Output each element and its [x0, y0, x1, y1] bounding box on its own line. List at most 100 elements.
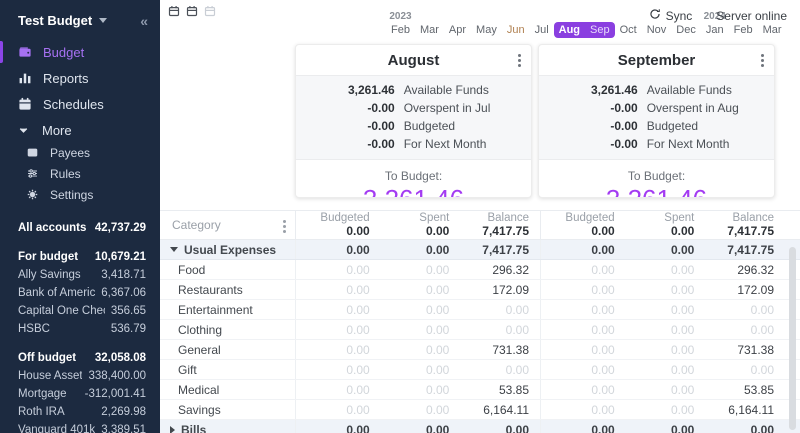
- table-row[interactable]: Food0.000.00296.320.000.00296.32: [160, 260, 800, 280]
- month-mar[interactable]: Mar: [415, 22, 444, 38]
- collapse-sidebar-icon[interactable]: «: [140, 14, 148, 28]
- account-row[interactable]: Ally Savings3,418.71: [0, 266, 160, 284]
- month-jan-2024[interactable]: Jan2024: [701, 22, 729, 38]
- spent-cell[interactable]: 0.00: [376, 323, 456, 337]
- sidebar-item-payees[interactable]: Payees: [0, 142, 160, 163]
- spent-cell[interactable]: 0.00: [376, 243, 456, 257]
- balance-cell[interactable]: 53.85: [700, 383, 780, 397]
- month-apr[interactable]: Apr: [444, 22, 471, 38]
- spent-cell[interactable]: 0.00: [621, 383, 701, 397]
- budgeted-cell[interactable]: 0.00: [296, 423, 376, 433]
- budgeted-cell[interactable]: 0.00: [296, 383, 376, 397]
- balance-cell[interactable]: 6,164.11: [700, 403, 780, 417]
- spent-cell[interactable]: 0.00: [621, 423, 701, 433]
- budgeted-cell[interactable]: 0.00: [296, 323, 376, 337]
- budget-name[interactable]: Test Budget: [18, 13, 92, 28]
- budgeted-cell[interactable]: 0.00: [541, 303, 621, 317]
- spent-cell[interactable]: 0.00: [621, 403, 701, 417]
- category-menu-icon[interactable]: [279, 220, 289, 233]
- month-jul[interactable]: Jul: [530, 22, 554, 38]
- budgeted-cell[interactable]: 0.00: [296, 263, 376, 277]
- budgeted-cell[interactable]: 0.00: [296, 343, 376, 357]
- account-row[interactable]: Capital One Checking356.65: [0, 302, 160, 320]
- sidebar-item-more[interactable]: More: [0, 117, 160, 142]
- all-accounts-row[interactable]: All accounts42,737.29: [0, 219, 160, 237]
- expand-group-icon[interactable]: [170, 426, 175, 433]
- budgeted-cell[interactable]: 0.00: [541, 383, 621, 397]
- sidebar-item-rules[interactable]: Rules: [0, 163, 160, 184]
- category-cell[interactable]: Clothing: [160, 323, 295, 337]
- account-row[interactable]: Mortgage-312,001.41: [0, 385, 160, 403]
- sync-button[interactable]: Sync: [649, 8, 693, 23]
- sidebar-item-budget[interactable]: Budget: [0, 39, 160, 65]
- budgeted-cell[interactable]: 0.00: [541, 403, 621, 417]
- account-row[interactable]: Bank of America6,367.06: [0, 284, 160, 302]
- month-dec[interactable]: Dec: [671, 22, 701, 38]
- balance-cell[interactable]: 731.38: [455, 343, 535, 357]
- table-row[interactable]: Clothing0.000.000.000.000.000.00: [160, 320, 800, 340]
- two-month-view-icon[interactable]: [186, 5, 199, 18]
- account-row[interactable]: House Asset338,400.00: [0, 367, 160, 385]
- card-menu-icon[interactable]: [757, 54, 767, 67]
- category-cell[interactable]: Bills: [160, 423, 295, 433]
- category-cell[interactable]: Restaurants: [160, 283, 295, 297]
- category-cell[interactable]: Gift: [160, 363, 295, 377]
- spent-cell[interactable]: 0.00: [376, 383, 456, 397]
- spent-cell[interactable]: 0.00: [621, 283, 701, 297]
- category-cell[interactable]: Usual Expenses: [160, 243, 295, 257]
- account-group-header[interactable]: For budget10,679.21: [0, 248, 160, 266]
- table-row[interactable]: Gift0.000.000.000.000.000.00: [160, 360, 800, 380]
- balance-cell[interactable]: 6,164.11: [455, 403, 535, 417]
- category-cell[interactable]: Medical: [160, 383, 295, 397]
- table-row[interactable]: Entertainment0.000.000.000.000.000.00: [160, 300, 800, 320]
- spent-cell[interactable]: 0.00: [376, 363, 456, 377]
- month-jun[interactable]: Jun: [502, 22, 530, 38]
- table-row[interactable]: Usual Expenses0.000.007,417.750.000.007,…: [160, 240, 800, 260]
- account-row[interactable]: Vanguard 401k3,389.51: [0, 421, 160, 433]
- month-may[interactable]: May: [471, 22, 502, 38]
- balance-cell[interactable]: 7,417.75: [455, 243, 535, 257]
- month-oct[interactable]: Oct: [615, 22, 642, 38]
- server-status[interactable]: Server online: [716, 9, 787, 23]
- balance-cell[interactable]: 172.09: [700, 283, 780, 297]
- balance-cell[interactable]: 53.85: [455, 383, 535, 397]
- spent-cell[interactable]: 0.00: [376, 343, 456, 357]
- account-group-header[interactable]: Off budget32,058.08: [0, 349, 160, 367]
- category-cell[interactable]: Savings: [160, 403, 295, 417]
- spent-cell[interactable]: 0.00: [621, 363, 701, 377]
- budgeted-cell[interactable]: 0.00: [541, 283, 621, 297]
- budgeted-cell[interactable]: 0.00: [296, 303, 376, 317]
- sidebar-item-schedules[interactable]: Schedules: [0, 91, 160, 117]
- balance-cell[interactable]: 0.00: [700, 303, 780, 317]
- balance-cell[interactable]: 0.00: [455, 323, 535, 337]
- balance-cell[interactable]: 0.00: [455, 303, 535, 317]
- budgeted-cell[interactable]: 0.00: [541, 323, 621, 337]
- category-cell[interactable]: Food: [160, 263, 295, 277]
- card-menu-icon[interactable]: [514, 54, 524, 67]
- month-aug[interactable]: Aug: [554, 22, 585, 38]
- balance-cell[interactable]: 731.38: [700, 343, 780, 357]
- balance-cell[interactable]: 0.00: [700, 323, 780, 337]
- spent-cell[interactable]: 0.00: [376, 263, 456, 277]
- spent-cell[interactable]: 0.00: [621, 303, 701, 317]
- budgeted-cell[interactable]: 0.00: [541, 263, 621, 277]
- balance-cell[interactable]: 0.00: [455, 363, 535, 377]
- account-row[interactable]: Roth IRA2,269.98: [0, 403, 160, 421]
- table-row[interactable]: Medical0.000.0053.850.000.0053.85: [160, 380, 800, 400]
- budgeted-cell[interactable]: 0.00: [541, 423, 621, 433]
- month-nov[interactable]: Nov: [642, 22, 672, 38]
- month-sep[interactable]: Sep: [585, 22, 615, 38]
- spent-cell[interactable]: 0.00: [376, 403, 456, 417]
- one-month-view-icon[interactable]: [168, 5, 181, 18]
- collapse-group-icon[interactable]: [170, 247, 178, 252]
- category-cell[interactable]: Entertainment: [160, 303, 295, 317]
- month-feb[interactable]: Feb: [729, 22, 758, 38]
- month-mar[interactable]: Mar: [758, 22, 787, 38]
- budgeted-cell[interactable]: 0.00: [541, 363, 621, 377]
- category-cell[interactable]: General: [160, 343, 295, 357]
- table-row[interactable]: Restaurants0.000.00172.090.000.00172.09: [160, 280, 800, 300]
- balance-cell[interactable]: 0.00: [455, 423, 535, 433]
- table-row[interactable]: Savings0.000.006,164.110.000.006,164.11: [160, 400, 800, 420]
- month-feb-2023[interactable]: Feb2023: [386, 22, 415, 38]
- to-budget-amount[interactable]: 3,261.46: [296, 183, 531, 198]
